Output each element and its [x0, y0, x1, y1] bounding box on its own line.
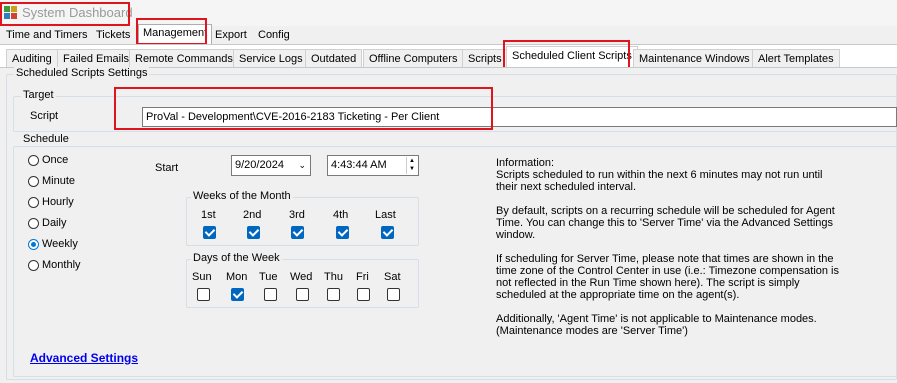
day-sat-checkbox[interactable] [387, 288, 400, 301]
start-date-value: 9/20/2024 [235, 159, 284, 171]
day-fri-label: Fri [356, 271, 369, 283]
radio-once[interactable] [28, 155, 39, 166]
tab-tickets[interactable]: Tickets [92, 27, 134, 44]
subtab-remote-commands[interactable]: Remote Commands [129, 49, 239, 68]
script-highlight [114, 87, 493, 130]
radio-hourly-label: Hourly [42, 196, 74, 208]
management-highlight [136, 18, 207, 45]
subtab-maintenance-windows[interactable]: Maintenance Windows [633, 49, 756, 68]
schedule-label: Schedule [21, 133, 71, 145]
day-fri-checkbox[interactable] [357, 288, 370, 301]
radio-monthly[interactable] [28, 260, 39, 271]
radio-minute-label: Minute [42, 175, 76, 187]
tab-export[interactable]: Export [211, 27, 251, 44]
subtab-scripts[interactable]: Scripts [462, 49, 508, 68]
subtab-failed-emails[interactable]: Failed Emails [57, 49, 136, 68]
week-3rd-label: 3rd [289, 209, 305, 221]
advanced-settings-link[interactable]: Advanced Settings [30, 351, 138, 365]
subtab-alert-templates[interactable]: Alert Templates [752, 49, 840, 68]
radio-hourly[interactable] [28, 197, 39, 208]
info-paragraph: Additionally, 'Agent Time' is not applic… [496, 313, 817, 337]
subtab-service-logs[interactable]: Service Logs [233, 49, 309, 68]
week-2nd-checkbox[interactable] [247, 226, 260, 239]
subtab-outdated[interactable]: Outdated [305, 49, 363, 68]
start-date-picker[interactable]: 9/20/2024 ⌄ [231, 155, 311, 176]
day-sun-checkbox[interactable] [197, 288, 210, 301]
day-wed-checkbox[interactable] [296, 288, 309, 301]
radio-minute[interactable] [28, 176, 39, 187]
day-sat-label: Sat [384, 271, 401, 283]
day-thu-checkbox[interactable] [327, 288, 340, 301]
week-1st-checkbox[interactable] [203, 226, 216, 239]
week-2nd-label: 2nd [243, 209, 262, 221]
tab-config[interactable]: Config [254, 27, 294, 44]
radio-daily-label: Daily [42, 217, 67, 229]
week-last-checkbox[interactable] [381, 226, 394, 239]
start-time-picker[interactable]: 4:43:44 AM ▲ ▼ [327, 155, 419, 176]
days-label: Days of the Week [191, 252, 282, 264]
subtab-offline-computers[interactable]: Offline Computers [363, 49, 464, 68]
week-4th-label: 4th [333, 209, 349, 221]
radio-weekly[interactable] [28, 239, 39, 250]
chevron-down-icon: ⌄ [298, 160, 306, 170]
start-time-value: 4:43:44 AM [331, 159, 387, 171]
day-mon-checkbox[interactable] [231, 288, 244, 301]
section-title: Scheduled Scripts Settings [14, 67, 150, 79]
title-bar [0, 0, 897, 26]
title-highlight [0, 2, 130, 26]
information-text: Information: Scripts scheduled to run wi… [496, 157, 841, 349]
info-paragraph: If scheduling for Server Time, please no… [496, 253, 840, 301]
day-mon-label: Mon [226, 271, 248, 283]
day-sun-label: Sun [192, 271, 212, 283]
radio-once-label: Once [42, 154, 69, 166]
day-wed-label: Wed [290, 271, 313, 283]
start-label: Start [155, 162, 179, 174]
radio-monthly-label: Monthly [42, 259, 81, 271]
week-3rd-checkbox[interactable] [291, 226, 304, 239]
day-tue-checkbox[interactable] [264, 288, 277, 301]
day-tue-label: Tue [259, 271, 278, 283]
radio-daily[interactable] [28, 218, 39, 229]
info-paragraph: By default, scripts on a recurring sched… [496, 205, 835, 241]
week-4th-checkbox[interactable] [336, 226, 349, 239]
subtab-auditing[interactable]: Auditing [6, 49, 58, 68]
day-thu-label: Thu [324, 271, 343, 283]
tab-time-and-timers[interactable]: Time and Timers [2, 27, 92, 44]
script-label: Script [30, 110, 59, 122]
week-last-label: Last [375, 209, 396, 221]
target-label: Target [21, 89, 56, 101]
weeks-label: Weeks of the Month [191, 190, 293, 202]
radio-weekly-label: Weekly [42, 238, 78, 250]
week-1st-label: 1st [201, 209, 216, 221]
spinner-icon[interactable]: ▲ ▼ [406, 157, 417, 174]
info-paragraph: Information: Scripts scheduled to run wi… [496, 157, 823, 193]
